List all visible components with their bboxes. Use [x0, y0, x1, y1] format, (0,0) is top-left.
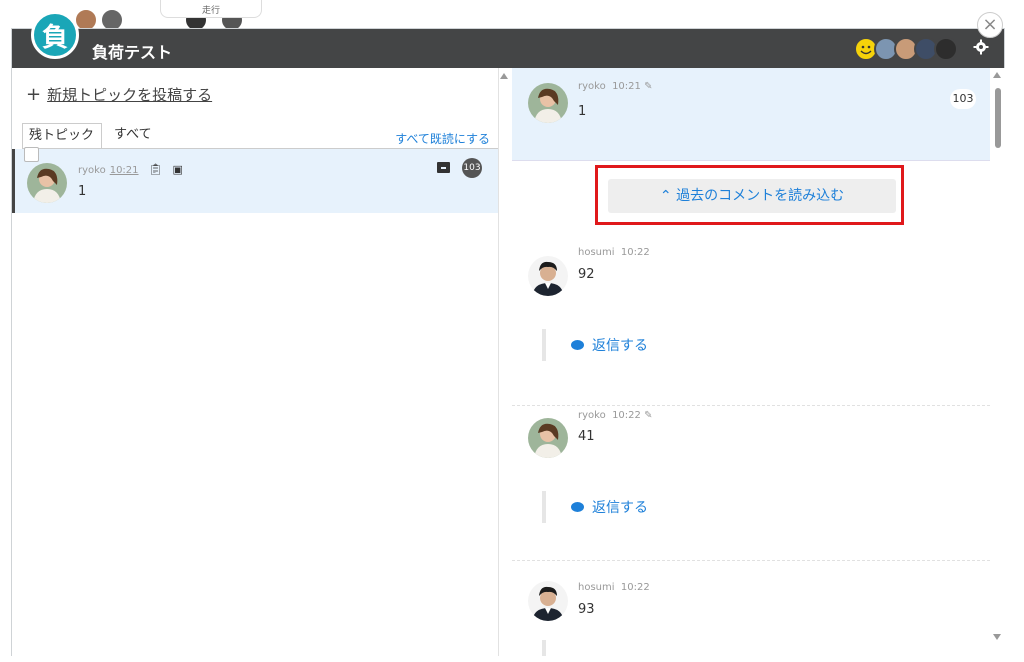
comment-author: hosumi [578, 247, 615, 258]
comment-author: hosumi [578, 582, 615, 593]
reply-screen-icon[interactable]: ▣ [173, 163, 183, 176]
comment-meta: ryoko 10:22 ✎ [578, 410, 652, 421]
comment-scrollbar[interactable] [990, 68, 1005, 656]
comment-body: 92 [578, 267, 595, 282]
gear-icon[interactable] [972, 39, 990, 57]
pencil-icon[interactable]: ✎ [644, 81, 652, 92]
comment-author: ryoko [578, 410, 606, 421]
load-older-comments-button[interactable]: ⌃ 過去のコメントを読み込む [608, 179, 896, 213]
post-time: 10:21 [612, 81, 641, 92]
background-chip-text: 走行 [201, 6, 220, 16]
load-older-comments-label[interactable]: 過去のコメントを読み込む [676, 188, 844, 204]
background-chip: 走行 [160, 0, 262, 18]
comment-time: 10:22 [612, 410, 641, 421]
new-topic-label[interactable]: 新規トピックを投稿する [47, 86, 212, 104]
reply-link[interactable]: 返信する [571, 497, 648, 517]
comment-body: 41 [578, 429, 595, 444]
scroll-down-arrow[interactable] [993, 634, 1001, 640]
avatar [528, 256, 568, 296]
member-avatars[interactable] [854, 37, 964, 61]
reply-thread-bar [542, 329, 546, 361]
avatar [528, 418, 568, 458]
topic-checkbox[interactable] [24, 147, 39, 162]
topic-window: 負荷テスト 負 + 新規トピックを投稿する 残トピック すべて すべて既読にする [11, 11, 1005, 656]
scroll-thumb[interactable] [995, 88, 1001, 148]
post-body: 1 [578, 104, 587, 119]
reply-thread-bar [542, 640, 546, 656]
copy-icon[interactable]: 📋︎ [149, 163, 163, 176]
reply-thread-bar [542, 491, 546, 523]
speech-bubble-icon [571, 502, 584, 512]
reply-count-badge: 103 [950, 89, 976, 109]
room-title: 負荷テスト [92, 43, 173, 62]
reply-link[interactable]: 返信する [571, 335, 648, 355]
reply-label[interactable]: 返信する [592, 500, 648, 516]
avatar [27, 163, 67, 203]
title-bar: 負荷テスト [12, 29, 1004, 68]
pane-divider [498, 68, 512, 656]
parent-post: ryoko 10:21 ✎ 1 103 [512, 68, 990, 161]
double-chevron-up-icon: ⌃ [659, 188, 672, 204]
archive-icon[interactable] [437, 162, 450, 173]
comment-item: ryoko 10:22 ✎ 41 返信する [512, 406, 990, 561]
comment-time: 10:22 [620, 247, 650, 258]
smiley-icon [860, 45, 872, 55]
left-scroll-up-arrow[interactable] [500, 73, 508, 79]
comment-body: 93 [578, 602, 595, 617]
room-badge: 負 [31, 11, 79, 59]
tab-remaining-topics[interactable]: 残トピック [22, 123, 102, 149]
comment-pane: ryoko 10:21 ✎ 1 103 hosumi 10:22 92 返信する… [512, 68, 990, 656]
speech-bubble-icon [571, 340, 584, 350]
close-button[interactable]: × [977, 12, 1003, 38]
comment-item: hosumi 10:22 92 返信する [512, 243, 990, 406]
avatar [528, 581, 568, 621]
topic-body: 1 [78, 184, 87, 199]
reply-label[interactable]: 返信する [592, 338, 648, 354]
topic-meta: ryoko 10:21 📋︎ ▣ [78, 163, 183, 176]
new-topic-button[interactable]: + 新規トピックを投稿する [26, 84, 212, 105]
comment-meta: hosumi 10:22 [578, 582, 650, 593]
plus-icon: + [26, 84, 42, 105]
member-avatar[interactable] [934, 37, 958, 61]
mark-all-read-link[interactable]: すべて既読にする [395, 130, 490, 147]
comment-meta: hosumi 10:22 [578, 247, 650, 258]
pencil-icon[interactable]: ✎ [644, 410, 652, 421]
post-meta: ryoko 10:21 ✎ [578, 81, 652, 92]
topic-author: ryoko [78, 165, 106, 176]
topic-count-badge: 103 [462, 158, 482, 178]
scroll-up-arrow[interactable] [993, 72, 1001, 78]
tab-all[interactable]: すべて [108, 123, 158, 149]
comment-item: hosumi 10:22 93 [512, 561, 990, 656]
topic-time[interactable]: 10:21 [110, 165, 139, 176]
avatar [528, 83, 568, 123]
comment-time: 10:22 [620, 582, 650, 593]
topic-list-pane: + 新規トピックを投稿する 残トピック すべて すべて既読にする ryoko 10:… [12, 68, 498, 656]
topic-row[interactable]: ryoko 10:21 📋︎ ▣ 1 103 [12, 147, 498, 213]
post-author: ryoko [578, 81, 606, 92]
